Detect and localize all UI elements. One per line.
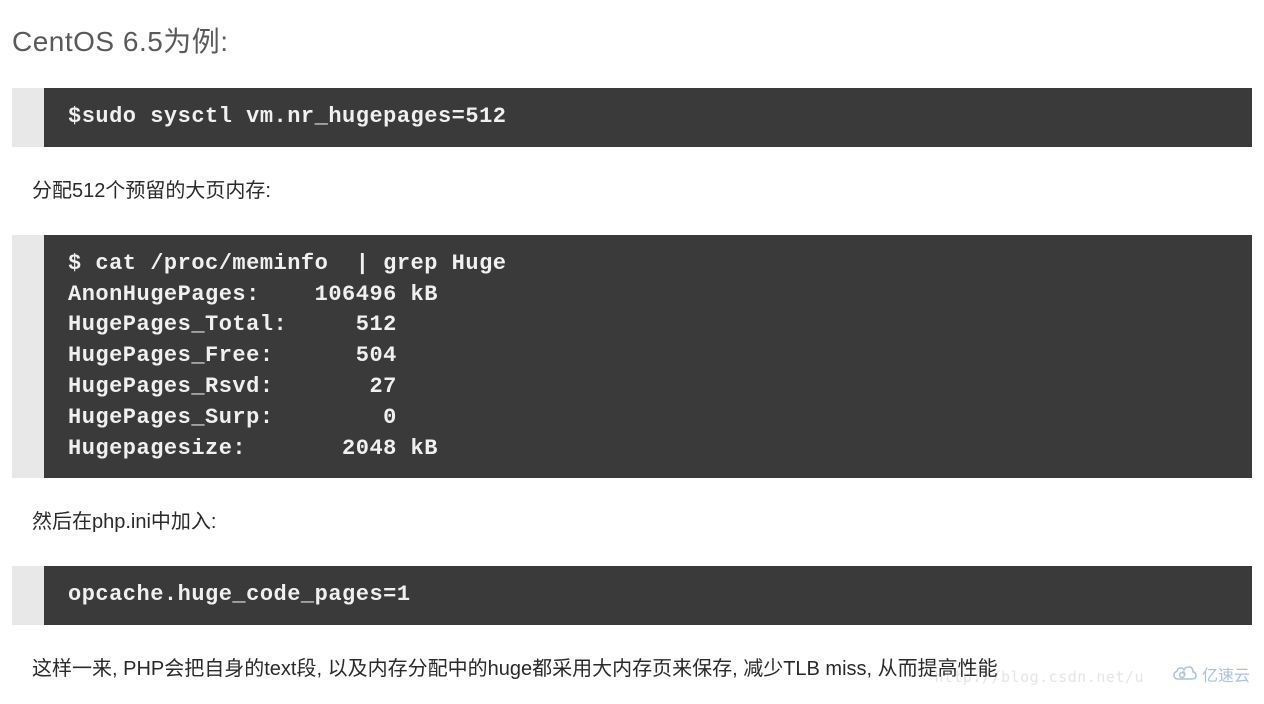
article-heading: CentOS 6.5为例:	[12, 20, 1252, 60]
code-block-container-2: $ cat /proc/meminfo | grep Huge AnonHuge…	[12, 235, 1252, 479]
code-accent-bar	[12, 566, 44, 625]
paragraph-2: 然后在php.ini中加入:	[32, 506, 1252, 538]
code-accent-bar	[12, 235, 44, 479]
code-block-container-3: opcache.huge_code_pages=1	[12, 566, 1252, 625]
watermark-logo: 亿速云	[1172, 662, 1250, 686]
code-block-container-1: $sudo sysctl vm.nr_hugepages=512	[12, 88, 1252, 147]
code-accent-bar	[12, 88, 44, 147]
code-block-2: $ cat /proc/meminfo | grep Huge AnonHuge…	[44, 235, 1252, 479]
cloud-icon	[1172, 665, 1198, 683]
watermark-url: http://blog.csdn.net/u	[934, 668, 1144, 686]
code-block-1: $sudo sysctl vm.nr_hugepages=512	[44, 88, 1252, 147]
watermark-text: 亿速云	[1202, 662, 1250, 686]
code-block-3: opcache.huge_code_pages=1	[44, 566, 1252, 625]
paragraph-1: 分配512个预留的大页内存:	[32, 175, 1252, 207]
